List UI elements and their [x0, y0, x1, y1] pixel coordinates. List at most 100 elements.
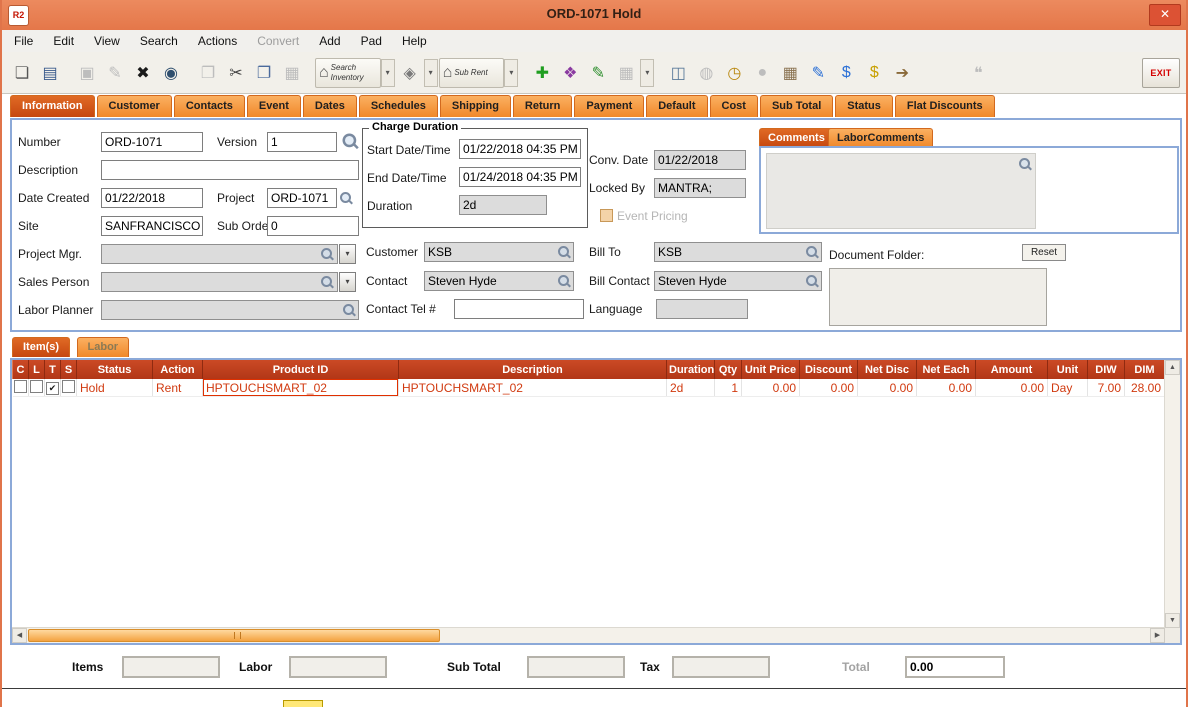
sub-orders-field[interactable]: 0 [267, 216, 359, 236]
inventory-boxes-icon[interactable]: ▦ [776, 59, 804, 87]
column-header-net-each[interactable]: Net Each [917, 360, 976, 379]
checkbox-c[interactable] [14, 380, 27, 393]
scroll-up-icon[interactable]: ▲ [1165, 360, 1180, 375]
cut-icon[interactable]: ✂ [222, 59, 250, 87]
column-header-net-disc[interactable]: Net Disc [858, 360, 917, 379]
cell-unit-price[interactable]: 0.00 [742, 379, 800, 397]
tab-information[interactable]: Information [10, 95, 95, 117]
sub-rent-button-dropdown[interactable]: ▾ [504, 59, 518, 87]
column-header-unit[interactable]: Unit [1048, 360, 1088, 379]
horizontal-scrollbar[interactable]: ◀ ▶ [12, 627, 1165, 643]
scroll-right-icon[interactable]: ▶ [1150, 628, 1165, 643]
sales-person-dropdown[interactable]: ▾ [339, 272, 356, 292]
site-field[interactable]: SANFRANCISCO [101, 216, 203, 236]
tab-customer[interactable]: Customer [97, 95, 172, 117]
currency-icon[interactable]: $ [860, 59, 888, 87]
menu-add[interactable]: Add [319, 34, 340, 48]
locked-by-field[interactable]: MANTRA; [654, 178, 746, 198]
sales-person-search-icon[interactable] [320, 275, 334, 289]
menu-view[interactable]: View [94, 34, 120, 48]
sub-rent-button[interactable]: ⌂Sub Rent [439, 58, 505, 88]
folder-history-icon[interactable]: ◷ [720, 59, 748, 87]
conv-date-field[interactable]: 01/22/2018 [654, 150, 746, 170]
reset-button[interactable]: Reset [1022, 244, 1066, 261]
search-inventory-button[interactable]: ⌂Search Inventory [315, 58, 381, 88]
tab-comments[interactable]: Comments [759, 128, 834, 147]
version-field[interactable]: 1 [267, 132, 337, 152]
cell-net-disc[interactable]: 0.00 [858, 379, 917, 397]
cell-duration[interactable]: 2d [667, 379, 715, 397]
column-header-action[interactable]: Action [153, 360, 203, 379]
column-header-qty[interactable]: Qty [715, 360, 742, 379]
number-field[interactable]: ORD-1071 [101, 132, 203, 152]
tab-payment[interactable]: Payment [574, 95, 644, 117]
cell-c[interactable] [13, 379, 29, 397]
date-created-field[interactable]: 01/22/2018 [101, 188, 203, 208]
bill-contact-field[interactable]: Steven Hyde [654, 271, 822, 291]
checkbox-l[interactable] [30, 380, 43, 393]
cell-amount[interactable]: 0.00 [976, 379, 1048, 397]
exit-button[interactable]: EXIT [1142, 58, 1180, 88]
description-field[interactable] [101, 160, 359, 180]
calendar-icon-dropdown[interactable]: ▾ [640, 59, 654, 87]
menu-file[interactable]: File [14, 34, 33, 48]
tab-cost[interactable]: Cost [710, 95, 758, 117]
column-header-s[interactable]: S [61, 360, 77, 379]
edit-icon[interactable]: ✎ [101, 59, 129, 87]
bill-contact-search-icon[interactable] [805, 274, 819, 288]
event-pricing-checkbox[interactable] [600, 209, 613, 222]
vertical-scrollbar[interactable]: ▲ ▼ [1164, 360, 1180, 628]
contact-field[interactable]: Steven Hyde [424, 271, 574, 291]
language-field[interactable] [656, 299, 748, 319]
cell-t[interactable]: ✔ [45, 379, 61, 397]
tab-flat-discounts[interactable]: Flat Discounts [895, 95, 995, 117]
labor-planner-field[interactable] [101, 300, 359, 320]
tab-dates[interactable]: Dates [303, 95, 357, 117]
column-header-duration[interactable]: Duration [667, 360, 715, 379]
bill-to-search-icon[interactable] [805, 245, 819, 259]
column-header-dim[interactable]: DIM [1125, 360, 1165, 379]
tab-shipping[interactable]: Shipping [440, 95, 511, 117]
comments-search-icon[interactable] [1018, 157, 1032, 171]
database-icon[interactable]: ◍ [692, 59, 720, 87]
menu-search[interactable]: Search [140, 34, 178, 48]
contact-search-icon[interactable] [557, 274, 571, 288]
cell-product-id[interactable]: HPTOUCHSMART_02 [203, 379, 399, 397]
cell-action[interactable]: Rent [153, 379, 203, 397]
notes-icon[interactable]: ✎ [584, 59, 612, 87]
checkbox-t[interactable]: ✔ [46, 382, 59, 395]
cell-s[interactable] [61, 379, 77, 397]
scrollbar-thumb[interactable] [28, 629, 440, 642]
start-datetime-field[interactable]: 01/22/2018 04:35 PM [459, 139, 581, 159]
scroll-left-icon[interactable]: ◀ [12, 628, 27, 643]
calendar-icon[interactable]: ▦ [612, 59, 640, 87]
sphere-icon[interactable]: ● [748, 59, 776, 87]
cell-net-each[interactable]: 0.00 [917, 379, 976, 397]
column-header-status[interactable]: Status [77, 360, 153, 379]
cell-dim[interactable]: 28.00 [1125, 379, 1165, 397]
project-mgr-search-icon[interactable] [320, 247, 334, 261]
tab-labor[interactable]: Labor [77, 337, 130, 357]
checkbox-s[interactable] [62, 380, 75, 393]
project-mgr-field[interactable] [101, 244, 338, 264]
column-header-t[interactable]: T [45, 360, 61, 379]
chat-icon[interactable]: ❝ [964, 59, 992, 87]
exchange-rate-icon[interactable]: $ [832, 59, 860, 87]
equipment-icon[interactable]: ◈ [396, 59, 424, 87]
menu-convert[interactable]: Convert [257, 34, 299, 48]
column-header-discount[interactable]: Discount [800, 360, 858, 379]
column-header-diw[interactable]: DIW [1088, 360, 1125, 379]
tab-default[interactable]: Default [646, 95, 707, 117]
tab-return[interactable]: Return [513, 95, 572, 117]
equipment-icon-dropdown[interactable]: ▾ [424, 59, 438, 87]
project-mgr-dropdown[interactable]: ▾ [339, 244, 356, 264]
tab-sub-total[interactable]: Sub Total [760, 95, 833, 117]
labor-planner-search-icon[interactable] [342, 303, 356, 317]
column-header-product-id[interactable]: Product ID [203, 360, 399, 379]
version-search-icon[interactable] [341, 132, 359, 150]
delete-icon[interactable]: ✖ [129, 59, 157, 87]
save-icon[interactable]: ▣ [73, 59, 101, 87]
contact-tel-field[interactable] [454, 299, 584, 319]
status-balls-icon[interactable]: ❖ [556, 59, 584, 87]
column-header-unit-price[interactable]: Unit Price [742, 360, 800, 379]
